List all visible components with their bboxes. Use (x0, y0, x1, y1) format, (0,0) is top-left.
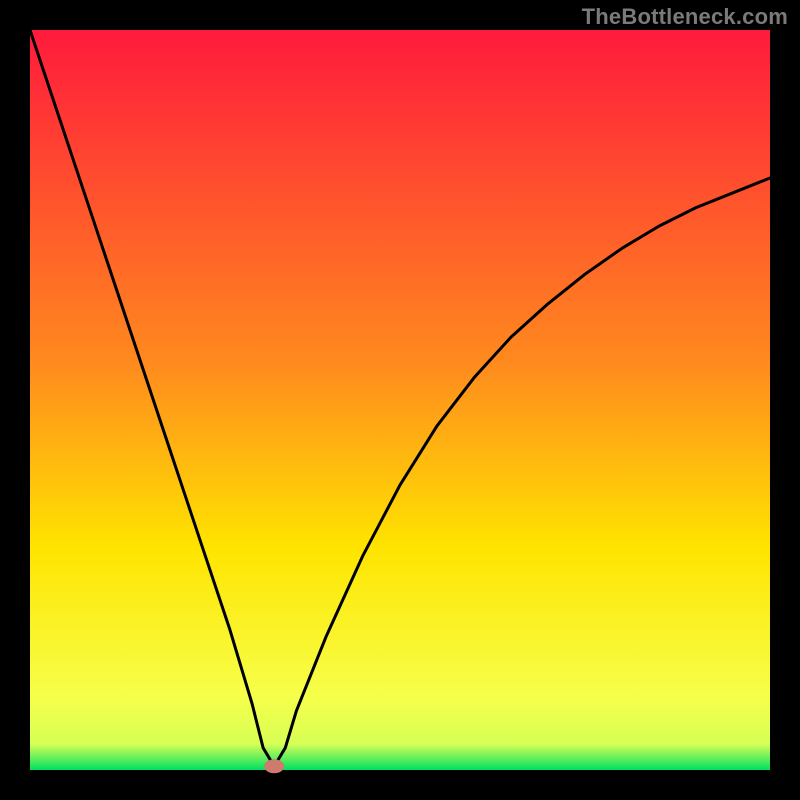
minimum-marker (264, 759, 284, 773)
watermark-text: TheBottleneck.com (582, 4, 788, 30)
plot-area (30, 30, 770, 770)
bottleneck-chart (0, 0, 800, 800)
chart-stage: TheBottleneck.com (0, 0, 800, 800)
